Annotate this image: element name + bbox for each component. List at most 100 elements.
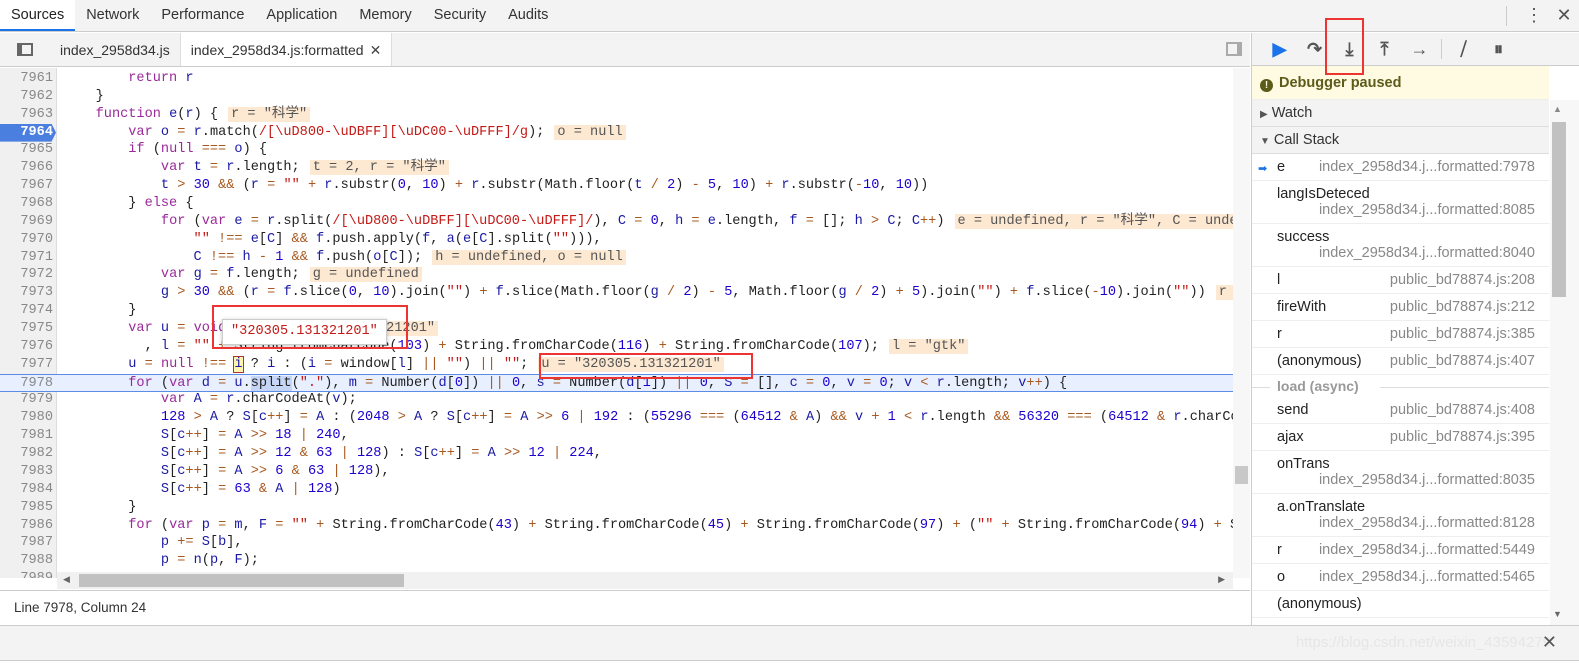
frame-location[interactable]: public_bd78874.js:395	[1390, 429, 1535, 445]
step-out-icon[interactable]: ⤒	[1367, 35, 1402, 63]
line-number[interactable]: 7984	[0, 481, 53, 499]
scroll-down-icon[interactable]: ▼	[1553, 609, 1562, 619]
call-frame[interactable]: l public_bd78874.js:208	[1252, 267, 1549, 294]
code-line[interactable]: 7975 var u = void 0u = "320305.131321201…	[0, 320, 1233, 338]
tab-audits[interactable]: Audits	[497, 0, 559, 31]
line-number[interactable]: 7966	[0, 159, 53, 177]
watch-section-header[interactable]: ▶ Watch	[1252, 100, 1549, 127]
frame-location[interactable]: public_bd78874.js:212	[1390, 299, 1535, 315]
code-line[interactable]: 7964 var o = r.match(/[\uD800-\uDBFF][\u…	[0, 123, 1233, 142]
line-number[interactable]: 7977	[0, 356, 53, 374]
line-number[interactable]: 7980	[0, 409, 53, 427]
code-line[interactable]: 7974 }	[0, 302, 1233, 320]
line-number[interactable]: 7978	[0, 375, 53, 393]
code-line[interactable]: 7969 for (var e = r.split(/[\uD800-\uDBF…	[0, 213, 1250, 231]
code-line[interactable]: 7979 var A = r.charCodeAt(v);	[0, 391, 1233, 409]
call-frame[interactable]: langIsDeteced index_2958d34.j...formatted…	[1252, 181, 1549, 224]
frame-location[interactable]: index_2958d34.j...formatted:5449	[1319, 542, 1535, 558]
code-line[interactable]: 7971 C !== h - 1 && f.push(o[C]); h = und…	[0, 249, 1233, 267]
frame-location[interactable]: index_2958d34.j...formatted:8128	[1277, 515, 1549, 531]
line-number[interactable]: 7973	[0, 284, 53, 302]
line-number[interactable]: 7985	[0, 499, 53, 517]
line-number[interactable]: 7965	[0, 141, 53, 159]
tab-network[interactable]: Network	[75, 0, 150, 31]
code-line[interactable]: 7983 S[c++] = A >> 6 & 63 | 128),	[0, 463, 1233, 481]
close-devtools-icon[interactable]: ✕	[1549, 5, 1579, 26]
code-line[interactable]: 7987 p += S[b],	[0, 534, 1233, 552]
tab-performance[interactable]: Performance	[150, 0, 255, 31]
scroll-left-icon[interactable]: ◀	[63, 574, 70, 585]
code-line[interactable]: 7986 for (var p = m, F = "" + String.fro…	[0, 517, 1250, 535]
code-line[interactable]: 7970 "" !== e[C] && f.push.apply(f, a(e[…	[0, 231, 1233, 249]
deactivate-breakpoints-icon[interactable]: ⧸	[1446, 35, 1481, 63]
call-frame[interactable]: o index_2958d34.j...formatted:5465	[1252, 564, 1549, 591]
call-frame[interactable]: r public_bd78874.js:385	[1252, 321, 1549, 348]
resume-icon[interactable]: ▶	[1262, 35, 1297, 63]
kebab-vertical-icon[interactable]: ⋮	[1519, 5, 1549, 26]
code-line[interactable]: 7968 } else {	[0, 195, 1233, 213]
breakpoint-marker[interactable]: 7964	[0, 123, 56, 142]
code-line[interactable]: 7963 function e(r) {r = "科学"	[0, 106, 1233, 124]
code-line[interactable]: 7980 128 > A ? S[c++] = A : (2048 > A ? …	[0, 409, 1250, 427]
code-line[interactable]: 7966 var t = r.length; t = 2, r = "科学"	[0, 159, 1233, 177]
tab-application[interactable]: Application	[255, 0, 348, 31]
line-number[interactable]: 7972	[0, 266, 53, 284]
call-frame[interactable]: r index_2958d34.j...formatted:5449	[1252, 537, 1549, 564]
line-number[interactable]: 7969	[0, 213, 53, 231]
frame-location[interactable]: index_2958d34.j...formatted:8085	[1277, 202, 1549, 218]
call-frame[interactable]: a.onTranslate index_2958d34.j...formatted…	[1252, 494, 1549, 537]
line-number[interactable]: 7989	[0, 570, 53, 578]
code-line[interactable]: 7984 S[c++] = 63 & A | 128)	[0, 481, 1233, 499]
tab-memory[interactable]: Memory	[348, 0, 422, 31]
code-line[interactable]: 7962 }	[0, 88, 1233, 106]
call-frame[interactable]: (anonymous)	[1252, 591, 1549, 618]
code-line[interactable]: 7967 t > 30 && (r = "" + r.substr(0, 10)…	[0, 177, 1233, 195]
code-line[interactable]: 7965 if (null === o) {	[0, 141, 1233, 159]
file-tab[interactable]: index_2958d34.js	[50, 33, 181, 66]
code-line[interactable]: 7961 return r	[0, 70, 1233, 88]
frame-location[interactable]: public_bd78874.js:208	[1390, 272, 1535, 288]
line-number[interactable]: 7974	[0, 302, 53, 320]
close-drawer-icon[interactable]: ✕	[1542, 632, 1557, 653]
tab-sources[interactable]: Sources	[0, 0, 76, 31]
call-frame[interactable]: (anonymous) public_bd78874.js:407	[1252, 348, 1549, 375]
line-number[interactable]: 7976	[0, 338, 53, 356]
pause-on-exceptions-icon[interactable]: ⏸	[1481, 35, 1516, 63]
tab-security[interactable]: Security	[423, 0, 497, 31]
sidebar-scrollbar[interactable]: ▲ ▼	[1550, 100, 1579, 625]
scroll-up-icon[interactable]: ▲	[1553, 104, 1562, 114]
line-number[interactable]: 7971	[0, 249, 53, 267]
scroll-right-icon[interactable]: ▶	[1218, 574, 1225, 585]
step-icon[interactable]: →	[1402, 35, 1437, 63]
frame-location[interactable]: index_2958d34.j...formatted:5465	[1319, 569, 1535, 585]
line-number[interactable]: 7968	[0, 195, 53, 213]
line-number[interactable]: 7983	[0, 463, 53, 481]
call-frame[interactable]: ajax public_bd78874.js:395	[1252, 424, 1549, 451]
frame-location[interactable]: index_2958d34.j...formatted:7978	[1319, 159, 1535, 175]
line-number[interactable]: 7987	[0, 534, 53, 552]
code-line[interactable]: 7985 }	[0, 499, 1233, 517]
code-line[interactable]: 7988 p = n(p, F);	[0, 552, 1233, 570]
line-number[interactable]: 7967	[0, 177, 53, 195]
code-editor[interactable]: 7961 return r 7962 } 7963 function e(r) {r…	[0, 68, 1250, 578]
call-frame[interactable]: fireWith public_bd78874.js:212	[1252, 294, 1549, 321]
line-number[interactable]: 7986	[0, 517, 53, 535]
frame-location[interactable]: public_bd78874.js:385	[1390, 326, 1535, 342]
call-frame[interactable]: success index_2958d34.j...formatted:8040	[1252, 224, 1549, 267]
line-number[interactable]: 7962	[0, 88, 53, 106]
code-line[interactable]: 7972 var g = f.length; g = undefined	[0, 266, 1233, 284]
call-frame[interactable]: onTrans index_2958d34.j...formatted:8035	[1252, 451, 1549, 494]
sidebar-toggle-icon[interactable]	[0, 33, 50, 66]
close-tab-icon[interactable]: ✕	[370, 42, 382, 58]
line-number[interactable]: 7975	[0, 320, 53, 338]
frame-location[interactable]: index_2958d34.j...formatted:8040	[1277, 245, 1549, 261]
line-number[interactable]: 7979	[0, 391, 53, 409]
line-number[interactable]: 7963	[0, 106, 53, 124]
editor-vertical-scrollbar[interactable]	[1233, 68, 1250, 578]
debugger-toggle-icon[interactable]	[1226, 42, 1242, 56]
line-number[interactable]: 7988	[0, 552, 53, 570]
code-line[interactable]: 7973 g > 30 && (r = f.slice(0, 10).join(…	[0, 284, 1250, 302]
frame-location[interactable]: public_bd78874.js:407	[1390, 353, 1535, 369]
line-number[interactable]: 7970	[0, 231, 53, 249]
editor-horizontal-scrollbar[interactable]: ◀ ▶	[57, 572, 1233, 589]
